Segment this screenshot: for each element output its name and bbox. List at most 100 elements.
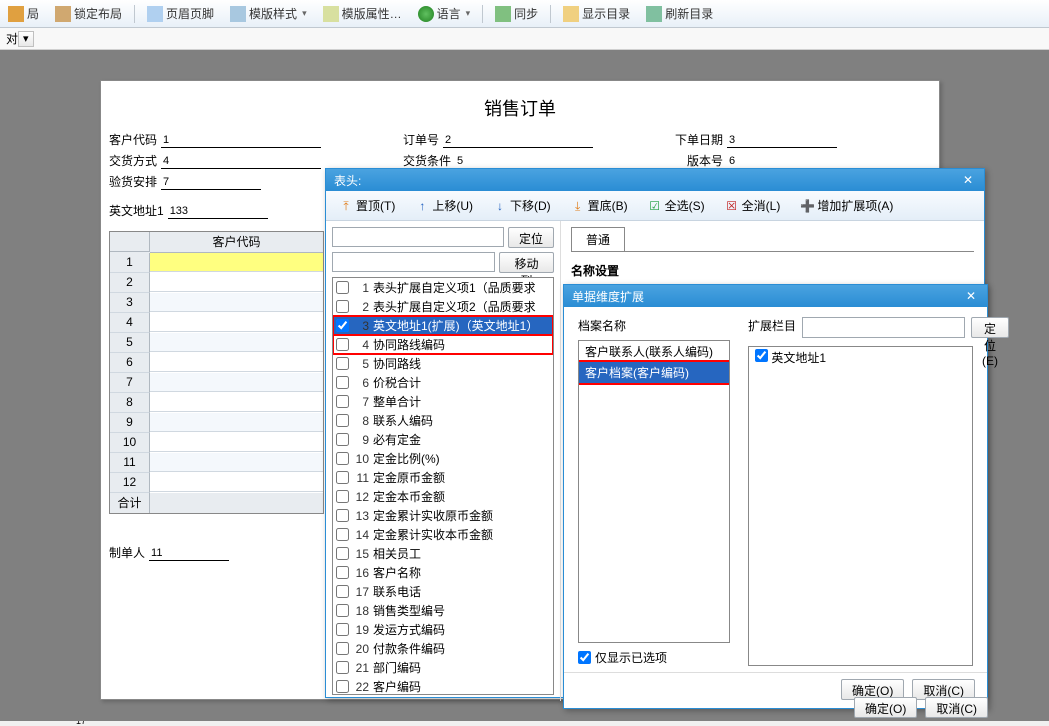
- show-only-selected[interactable]: 仅显示已选项: [578, 649, 730, 666]
- table-row[interactable]: 12: [110, 473, 323, 493]
- list-item[interactable]: 14定金累计实收本币金额: [333, 525, 553, 544]
- tab-common[interactable]: 普通: [571, 227, 625, 251]
- val-order-no[interactable]: 2: [443, 134, 593, 148]
- list-item[interactable]: 12定金本币金额: [333, 487, 553, 506]
- ext-search-input[interactable]: [802, 317, 965, 338]
- table-row[interactable]: 9: [110, 413, 323, 433]
- dlg-tbtn-all[interactable]: ☑全选(S): [641, 194, 712, 217]
- head-ok-button[interactable]: 确定(O): [854, 697, 917, 718]
- table-row[interactable]: 1: [110, 253, 323, 273]
- val-inspect[interactable]: 7: [161, 176, 261, 190]
- label-cust-code: 客户代码: [109, 131, 157, 148]
- dlg-tbtn-bottom[interactable]: ⤓置底(B): [564, 194, 635, 217]
- refresh-icon: [646, 6, 662, 22]
- tb-language[interactable]: 语言▾: [414, 3, 475, 24]
- val-maker[interactable]: 11: [149, 547, 229, 561]
- main-toolbar: 局 锁定布局 页眉页脚 模版样式▾ 模版属性… 语言▾ 同步 显示目录 刷新目录: [0, 0, 1049, 28]
- table-row[interactable]: 10: [110, 433, 323, 453]
- list-item[interactable]: 19发运方式编码: [333, 620, 553, 639]
- label-version: 版本号: [687, 152, 723, 169]
- val-terms[interactable]: 5: [455, 155, 605, 169]
- label-inspect: 验货安排: [109, 173, 157, 190]
- lock-icon: [55, 6, 71, 22]
- tb-layout[interactable]: 局: [4, 3, 43, 24]
- list-item[interactable]: 17联系电话: [333, 582, 553, 601]
- archive-label: 档案名称: [578, 317, 730, 334]
- list-item[interactable]: 6价税合计: [333, 373, 553, 392]
- list-item[interactable]: 英文地址1: [749, 347, 972, 368]
- up-icon: ↑: [415, 199, 429, 213]
- label-en-addr: 英文地址1: [109, 202, 164, 219]
- dlg-tbtn-down[interactable]: ↓下移(D): [486, 194, 558, 217]
- dlg-tbtn-top[interactable]: ⤒置顶(T): [332, 194, 402, 217]
- tb-show-toc[interactable]: 显示目录: [559, 3, 634, 24]
- list-item[interactable]: 8联系人编码: [333, 411, 553, 430]
- head-cancel-button[interactable]: 取消(C): [925, 697, 988, 718]
- locate-input[interactable]: [332, 227, 504, 247]
- tb-refresh-toc[interactable]: 刷新目录: [642, 3, 717, 24]
- label-maker: 制单人: [109, 544, 145, 561]
- tb-sync[interactable]: 同步: [491, 3, 542, 24]
- list-item[interactable]: 客户联系人(联系人编码): [579, 341, 729, 362]
- val-version[interactable]: 6: [727, 155, 837, 169]
- top-icon: ⤒: [339, 199, 353, 213]
- list-item[interactable]: 9必有定金: [333, 430, 553, 449]
- val-order-date[interactable]: 3: [727, 134, 837, 148]
- label-order-no: 订单号: [403, 131, 439, 148]
- list-item[interactable]: 13定金累计实收原币金额: [333, 506, 553, 525]
- moveto-input[interactable]: [332, 252, 495, 272]
- dlg-dim-title: 单据维度扩展: [572, 288, 644, 305]
- ext-list[interactable]: 英文地址1: [748, 346, 973, 666]
- close-icon[interactable]: ✕: [960, 173, 976, 187]
- col-cust-code[interactable]: 客户代码: [150, 232, 323, 253]
- table-row[interactable]: 11: [110, 453, 323, 473]
- list-item[interactable]: 15相关员工: [333, 544, 553, 563]
- table-row[interactable]: 6: [110, 353, 323, 373]
- val-en-addr[interactable]: 133: [168, 205, 268, 219]
- close-icon[interactable]: ✕: [963, 289, 979, 303]
- ext-locate-button[interactable]: 定位(E): [971, 317, 1009, 338]
- moveto-button[interactable]: 移动到: [499, 252, 554, 273]
- dlg-tbtn-addext[interactable]: ➕增加扩展项(A): [793, 194, 900, 217]
- list-item[interactable]: 1表头扩展自定义项1（品质要求: [333, 278, 553, 297]
- list-item[interactable]: 11定金原币金额: [333, 468, 553, 487]
- page-title: 销售订单: [101, 81, 939, 131]
- list-item[interactable]: 22客户编码: [333, 677, 553, 695]
- tb-template-style[interactable]: 模版样式▾: [226, 3, 311, 24]
- label-delivery: 交货方式: [109, 152, 157, 169]
- data-grid[interactable]: 客户代码 123456789101112 合计: [109, 231, 324, 514]
- archive-list[interactable]: 客户联系人(联系人编码)客户档案(客户编码): [578, 340, 730, 643]
- table-row[interactable]: 7: [110, 373, 323, 393]
- list-item[interactable]: 3英文地址1(扩展)（英文地址1）: [333, 316, 553, 335]
- list-item[interactable]: 10定金比例(%): [333, 449, 553, 468]
- tb-header-footer[interactable]: 页眉页脚: [143, 3, 218, 24]
- locate-button[interactable]: 定位: [508, 227, 554, 248]
- tb-template-props[interactable]: 模版属性…: [319, 3, 406, 24]
- header-field-list[interactable]: 1表头扩展自定义项1（品质要求2表头扩展自定义项2（品质要求3英文地址1(扩展)…: [332, 277, 554, 695]
- sync-icon: [495, 6, 511, 22]
- list-item[interactable]: 5协同路线: [333, 354, 553, 373]
- sub-drop[interactable]: ▾: [18, 31, 34, 47]
- table-row[interactable]: 5: [110, 333, 323, 353]
- table-row[interactable]: 4: [110, 313, 323, 333]
- dlg-head-title: 表头:: [334, 172, 361, 189]
- table-row[interactable]: 3: [110, 293, 323, 313]
- dlg-tbtn-none[interactable]: ☒全消(L): [718, 194, 788, 217]
- list-item[interactable]: 21部门编码: [333, 658, 553, 677]
- list-item[interactable]: 7整单合计: [333, 392, 553, 411]
- table-row[interactable]: 8: [110, 393, 323, 413]
- list-item[interactable]: 18销售类型编号: [333, 601, 553, 620]
- table-row[interactable]: 2: [110, 273, 323, 293]
- list-item[interactable]: 16客户名称: [333, 563, 553, 582]
- val-cust-code[interactable]: 1: [161, 134, 321, 148]
- list-item[interactable]: 客户档案(客户编码): [579, 362, 729, 383]
- list-item[interactable]: 20付款条件编码: [333, 639, 553, 658]
- list-item[interactable]: 2表头扩展自定义项2（品质要求: [333, 297, 553, 316]
- tb-lock-layout[interactable]: 锁定布局: [51, 3, 126, 24]
- dlg-tbtn-up[interactable]: ↑上移(U): [408, 194, 480, 217]
- val-delivery[interactable]: 4: [161, 155, 321, 169]
- none-icon: ☒: [725, 199, 739, 213]
- header-icon: [147, 6, 163, 22]
- list-item[interactable]: 4协同路线编码: [333, 335, 553, 354]
- globe-icon: [418, 6, 434, 22]
